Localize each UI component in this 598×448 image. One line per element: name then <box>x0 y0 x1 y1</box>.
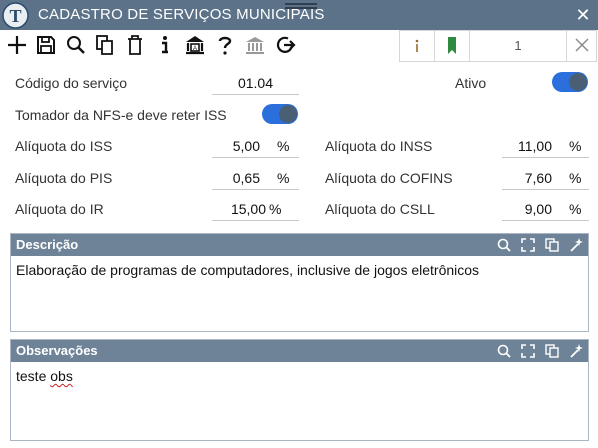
expand-icon[interactable] <box>520 237 536 253</box>
expand-icon[interactable] <box>520 343 536 359</box>
percent-sign: % <box>569 138 582 154</box>
copy-icon[interactable] <box>544 343 560 359</box>
pis-value: 0,65 <box>232 170 260 186</box>
observacoes-section: Observações teste obs <box>10 339 589 441</box>
observacoes-header: Observações <box>11 340 588 362</box>
observacoes-title: Observações <box>16 343 98 358</box>
ir-label: Alíquota do IR <box>15 201 104 217</box>
help-icon[interactable] <box>213 33 237 57</box>
save-icon[interactable] <box>34 33 58 57</box>
tomador-toggle[interactable] <box>262 104 298 124</box>
copy-icon[interactable] <box>93 33 117 57</box>
cofins-field[interactable]: 7,60 % <box>502 168 589 190</box>
descricao-title: Descrição <box>16 237 79 252</box>
ativo-label: Ativo <box>455 75 487 91</box>
window-title: CADASTRO DE SERVIÇOS MUNICIPAIS <box>38 6 325 23</box>
search-icon[interactable] <box>496 343 512 359</box>
descricao-text[interactable]: Elaboração de programas de computadores,… <box>16 262 479 278</box>
info-icon[interactable] <box>153 33 177 57</box>
search-icon[interactable] <box>64 33 88 57</box>
title-bar: T CADASTRO DE SERVIÇOS MUNICIPAIS ✕ <box>0 0 598 30</box>
ativo-toggle[interactable] <box>552 72 588 92</box>
csll-value: 9,00 <box>524 201 552 217</box>
observacoes-text-plain: teste <box>16 368 51 384</box>
record-number[interactable]: 1 <box>470 31 566 61</box>
record-navigator: 1 <box>399 30 597 62</box>
app-logo-letter: T <box>9 6 21 26</box>
csll-field[interactable]: 9,00 % <box>502 199 589 221</box>
percent-sign: % <box>569 201 582 217</box>
toggle-knob <box>279 105 297 123</box>
institution-icon[interactable]: A <box>183 33 207 57</box>
magic-wand-icon[interactable] <box>568 237 584 253</box>
inss-value: 11,00 <box>518 138 552 154</box>
drag-handle[interactable] <box>285 3 317 9</box>
bookmark-icon[interactable] <box>435 31 469 61</box>
app-logo: T <box>2 2 29 29</box>
delete-icon[interactable] <box>123 33 147 57</box>
svg-text:A: A <box>193 46 197 52</box>
percent-sign: % <box>569 170 582 186</box>
toggle-knob <box>569 73 587 91</box>
codigo-label: Código do serviço <box>15 75 128 91</box>
observacoes-text[interactable]: teste obs <box>16 368 73 384</box>
inss-field[interactable]: 11,00 % <box>502 136 589 158</box>
close-icon[interactable] <box>567 31 597 61</box>
pis-label: Alíquota do PIS <box>15 170 113 186</box>
refresh-icon[interactable] <box>273 33 297 57</box>
iss-label: Alíquota do ISS <box>15 138 113 154</box>
magic-wand-icon[interactable] <box>568 343 584 359</box>
codigo-field[interactable]: 01.04 <box>212 73 299 95</box>
spellcheck-word: obs <box>50 368 73 384</box>
percent-sign: % <box>277 170 290 186</box>
inss-label: Alíquota do INSS <box>325 138 433 154</box>
bank-icon[interactable] <box>243 33 267 57</box>
pis-field[interactable]: 0,65 % <box>212 168 299 190</box>
tomador-label: Tomador da NFS-e deve reter ISS <box>15 107 227 123</box>
iss-field[interactable]: 5,00 % <box>212 136 299 158</box>
csll-label: Alíquota do CSLL <box>325 201 435 217</box>
add-icon[interactable] <box>5 33 29 57</box>
cofins-value: 7,60 <box>524 170 552 186</box>
ir-field[interactable]: 15,00 % <box>212 199 299 221</box>
cofins-label: Alíquota do COFINS <box>325 170 453 186</box>
copy-icon[interactable] <box>544 237 560 253</box>
ir-value: 15,00 <box>230 201 266 217</box>
info-icon[interactable] <box>400 31 434 61</box>
iss-value: 5,00 <box>232 138 260 154</box>
descricao-section: Descrição Elaboração de programas de com… <box>10 233 589 332</box>
percent-sign: % <box>269 201 282 217</box>
close-window-button[interactable]: ✕ <box>572 4 594 26</box>
search-icon[interactable] <box>496 237 512 253</box>
descricao-header: Descrição <box>11 234 588 256</box>
percent-sign: % <box>277 138 290 154</box>
